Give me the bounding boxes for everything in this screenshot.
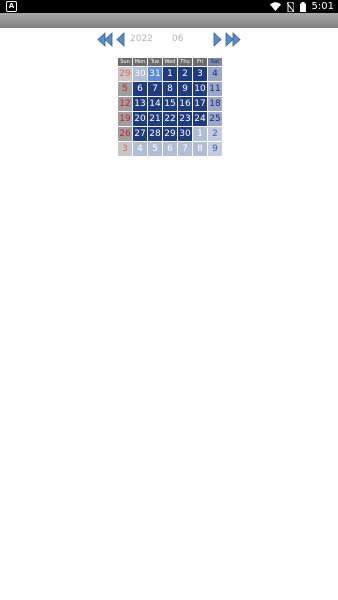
day-cell[interactable]: 22 <box>163 112 177 126</box>
day-cell[interactable]: 7 <box>148 82 162 96</box>
day-cell[interactable]: 6 <box>133 82 147 96</box>
day-cell[interactable]: 7 <box>178 142 192 156</box>
status-left: A <box>6 1 17 12</box>
prev-year-button[interactable] <box>97 32 113 48</box>
day-cell[interactable]: 25 <box>208 112 222 126</box>
weekday-header-thu: Thu <box>178 58 192 66</box>
day-cell[interactable]: 21 <box>148 112 162 126</box>
day-cell[interactable]: 8 <box>193 142 207 156</box>
chevron-right-icon <box>213 32 222 47</box>
day-cell[interactable]: 1 <box>163 67 177 81</box>
day-cell[interactable]: 29 <box>163 127 177 141</box>
day-cell[interactable]: 4 <box>208 67 222 81</box>
month-label[interactable]: 06 <box>172 34 183 44</box>
next-month-button[interactable] <box>213 32 223 48</box>
day-cell[interactable]: 13 <box>133 97 147 111</box>
day-cell[interactable]: 26 <box>118 127 132 141</box>
double-chevron-right-icon <box>225 32 241 47</box>
day-cell[interactable]: 8 <box>163 82 177 96</box>
battery-icon <box>299 1 306 12</box>
day-cell[interactable]: 12 <box>118 97 132 111</box>
day-cell[interactable]: 11 <box>208 82 222 96</box>
action-bar <box>0 13 338 28</box>
status-right: 5:01 <box>269 1 334 12</box>
prev-month-button[interactable] <box>115 32 125 48</box>
day-cell[interactable]: 28 <box>148 127 162 141</box>
weekday-header-mon: Mon <box>133 58 147 66</box>
day-cell[interactable]: 18 <box>208 97 222 111</box>
day-cell[interactable]: 5 <box>148 142 162 156</box>
day-cell[interactable]: 30 <box>133 67 147 81</box>
day-cell[interactable]: 4 <box>133 142 147 156</box>
day-cell[interactable]: 24 <box>193 112 207 126</box>
day-cell[interactable]: 23 <box>178 112 192 126</box>
next-year-button[interactable] <box>225 32 241 48</box>
day-cell[interactable]: 30 <box>178 127 192 141</box>
day-cell[interactable]: 9 <box>208 142 222 156</box>
weekday-header-sun: Sun <box>118 58 132 66</box>
day-cell[interactable]: 17 <box>193 97 207 111</box>
status-bar: A 5:01 <box>0 0 338 13</box>
wifi-icon <box>269 2 281 11</box>
day-cell[interactable]: 5 <box>118 82 132 96</box>
day-cell[interactable]: 3 <box>193 67 207 81</box>
calendar-grid: Sun Mon Tue Wed Thu Fri Sat 29 30 31 1 2 3 4 5 6… <box>118 52 222 156</box>
day-cell[interactable]: 19 <box>118 112 132 126</box>
day-cell[interactable]: 14 <box>148 97 162 111</box>
notification-icon: A <box>6 1 17 12</box>
weekday-header-fri: Fri <box>193 58 207 66</box>
day-cell[interactable]: 2 <box>178 67 192 81</box>
day-cell[interactable]: 2 <box>208 127 222 141</box>
day-cell[interactable]: 6 <box>163 142 177 156</box>
day-cell[interactable]: 29 <box>118 67 132 81</box>
day-cell[interactable]: 27 <box>133 127 147 141</box>
double-chevron-left-icon <box>97 32 113 47</box>
day-cell[interactable]: 3 <box>118 142 132 156</box>
day-cell[interactable]: 10 <box>193 82 207 96</box>
chevron-left-icon <box>116 32 125 47</box>
weekday-header-sat: Sat <box>208 58 222 66</box>
day-cell[interactable]: 9 <box>178 82 192 96</box>
no-sim-icon <box>286 1 294 12</box>
day-cell[interactable]: 16 <box>178 97 192 111</box>
weekday-header-wed: Wed <box>163 58 177 66</box>
weekday-header-tue: Tue <box>148 58 162 66</box>
day-cell[interactable]: 1 <box>193 127 207 141</box>
day-cell[interactable]: 20 <box>133 112 147 126</box>
year-label[interactable]: 2022 <box>130 34 153 44</box>
day-cell[interactable]: 31 <box>148 67 162 81</box>
day-cell[interactable]: 15 <box>163 97 177 111</box>
clock: 5:01 <box>311 1 334 12</box>
